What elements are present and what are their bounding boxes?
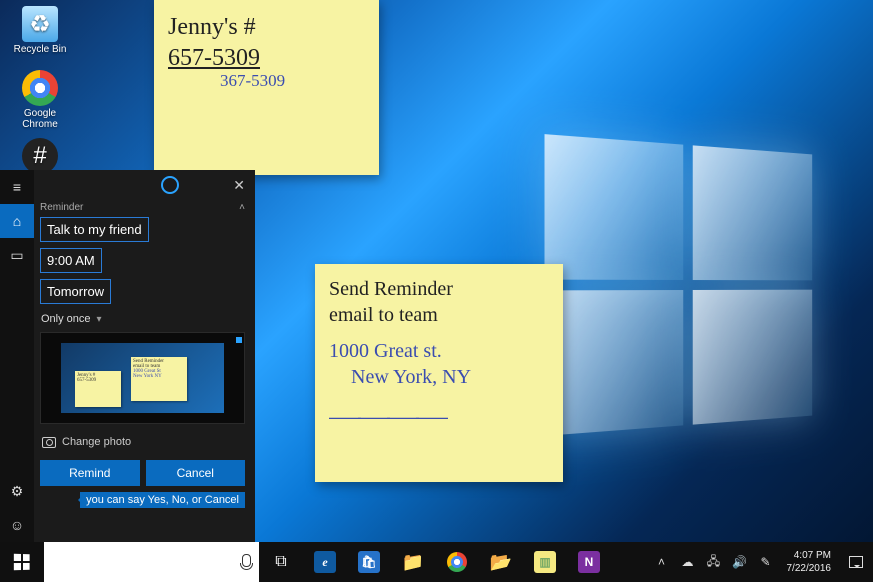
voice-hint-tooltip: you can say Yes, No, or Cancel [40, 492, 245, 506]
note-line: email to team [329, 302, 549, 328]
cortana-content: Reminder ˄ Talk to my friend 9:00 AM Tom… [40, 202, 245, 534]
windows-logo-icon [14, 554, 30, 571]
taskbar-app-onenote[interactable]: N [567, 542, 611, 582]
cortana-logo-icon [161, 176, 179, 194]
note-line: 367-5309 [220, 70, 365, 92]
change-photo-button[interactable]: Change photo [40, 432, 245, 452]
remind-button[interactable]: Remind [40, 460, 140, 486]
taskbar: ⧉ e 🛍 📁 📂 ▥ N ˄ ☁ 🖧 🔊 ✎ 4:07 PM 7/22/201… [0, 542, 873, 582]
notification-icon [849, 556, 863, 568]
feedback-icon[interactable]: ☺ [0, 508, 34, 542]
clock-date: 7/22/2016 [787, 562, 832, 576]
task-view-button[interactable]: ⧉ [259, 542, 303, 582]
close-icon[interactable]: ✕ [229, 173, 249, 198]
taskbar-app-file-explorer[interactable]: 📁 [391, 542, 435, 582]
taskbar-clock[interactable]: 4:07 PM 7/22/2016 [779, 542, 840, 582]
taskbar-app-chrome[interactable] [435, 542, 479, 582]
note-line: 1000 Great st. [329, 338, 549, 364]
section-label: Reminder [40, 202, 83, 213]
cancel-button[interactable]: Cancel [146, 460, 246, 486]
camera-icon [42, 437, 56, 448]
icon-label: Recycle Bin [10, 44, 70, 55]
taskbar-app-folder[interactable]: 📂 [479, 542, 523, 582]
tray-volume-icon[interactable]: 🔊 [727, 555, 753, 569]
reminder-photo-thumbnail[interactable]: Jenny's #657-5309 Send Reminderemail to … [40, 332, 245, 424]
taskbar-app-edge[interactable]: e [303, 542, 347, 582]
tray-network-icon[interactable]: 🖧 [701, 552, 727, 573]
action-center-button[interactable] [839, 542, 873, 582]
start-button[interactable] [0, 542, 44, 582]
cortana-sidebar: ≡ ⌂ ▭ ⚙ ☺ [0, 170, 34, 542]
clock-time: 4:07 PM [794, 549, 831, 563]
reminder-day-input[interactable]: Tomorrow [40, 279, 111, 304]
icon-label: Google Chrome [10, 108, 70, 130]
note-line: Send Reminder [329, 276, 549, 302]
microphone-icon[interactable] [241, 554, 251, 570]
taskbar-app-store[interactable]: 🛍 [347, 542, 391, 582]
reminder-time-input[interactable]: 9:00 AM [40, 248, 102, 273]
hint-text: you can say Yes, No, or Cancel [80, 492, 245, 508]
tray-chevron-icon[interactable]: ˄ [649, 555, 675, 569]
reminder-repeat-select[interactable]: Only once ▾ [40, 310, 245, 332]
cortana-panel: ≡ ⌂ ▭ ⚙ ☺ ✕ Reminder ˄ Talk to my friend… [0, 170, 255, 542]
change-photo-label: Change photo [62, 436, 131, 448]
chevron-down-icon: ▾ [97, 314, 102, 325]
taskbar-app-sticky-notes[interactable]: ▥ [523, 542, 567, 582]
note-line: Jenny's # [168, 12, 365, 43]
desktop[interactable]: ♻ Recycle Bin Google Chrome # Jenny's # … [0, 0, 873, 582]
wallpaper-windows-logo [545, 134, 813, 436]
note-underline: ＿＿＿＿ [329, 384, 549, 426]
chevron-up-icon[interactable]: ˄ [239, 202, 245, 213]
system-tray: ˄ ☁ 🖧 🔊 ✎ [649, 542, 779, 582]
desktop-icon-recycle-bin[interactable]: ♻ Recycle Bin [10, 6, 70, 55]
sticky-note-1[interactable]: Jenny's # 657-5309 367-5309 [154, 0, 379, 175]
cortana-search-box[interactable] [44, 542, 259, 582]
tray-pen-icon[interactable]: ✎ [753, 555, 779, 569]
desktop-icon-chrome[interactable]: Google Chrome [10, 70, 70, 130]
hamburger-icon[interactable]: ≡ [0, 170, 34, 204]
settings-icon[interactable]: ⚙ [0, 474, 34, 508]
tray-onedrive-icon[interactable]: ☁ [675, 555, 701, 569]
chrome-icon [447, 552, 467, 572]
reminder-subject-input[interactable]: Talk to my friend [40, 217, 149, 242]
notebook-icon[interactable]: ▭ [0, 238, 34, 272]
repeat-value: Only once [41, 313, 91, 325]
sticky-note-2[interactable]: Send Reminder email to team 1000 Great s… [315, 264, 563, 482]
home-icon[interactable]: ⌂ [0, 204, 34, 238]
